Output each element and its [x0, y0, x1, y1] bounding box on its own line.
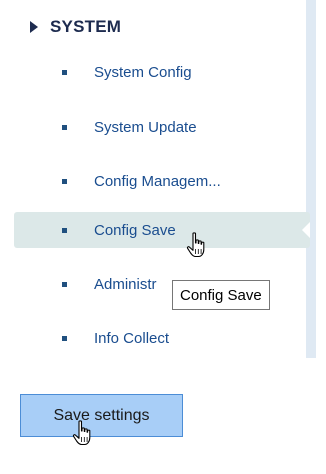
tooltip: Config Save — [172, 280, 270, 310]
square-bullet-icon — [62, 178, 67, 184]
page: SYSTEM System Config System Update Confi… — [0, 0, 326, 474]
save-settings-button[interactable]: Save settings — [20, 394, 183, 437]
square-bullet-icon — [62, 335, 67, 341]
sidebar-item-config-management[interactable]: Config Managem... — [14, 163, 310, 199]
sidebar-item-label: Config Save — [94, 221, 176, 239]
square-bullet-icon — [62, 281, 67, 287]
sidebar-item-label: Config Managem... — [94, 172, 221, 190]
active-indicator-notch — [302, 222, 310, 238]
sidebar-item-config-save[interactable]: Config Save — [14, 212, 310, 248]
sidebar-item-system-config[interactable]: System Config — [14, 54, 310, 90]
sidebar-item-label: System Update — [94, 118, 197, 136]
section-title: SYSTEM — [50, 17, 122, 36]
square-bullet-icon — [62, 227, 67, 233]
section-header-system[interactable]: SYSTEM — [30, 16, 121, 38]
hand-pointer-icon — [72, 420, 91, 446]
sidebar-item-label: System Config — [94, 63, 192, 81]
sidebar-item-label: Info Collect — [94, 329, 170, 347]
sidebar-item-label: Administr — [94, 275, 157, 293]
hand-pointer-icon — [186, 232, 205, 258]
square-bullet-icon — [62, 69, 67, 75]
sidebar-item-system-update[interactable]: System Update — [14, 109, 310, 145]
square-bullet-icon — [62, 124, 67, 130]
triangle-right-icon — [30, 21, 38, 33]
sidebar-item-info-collect[interactable]: Info Collect — [14, 320, 310, 356]
